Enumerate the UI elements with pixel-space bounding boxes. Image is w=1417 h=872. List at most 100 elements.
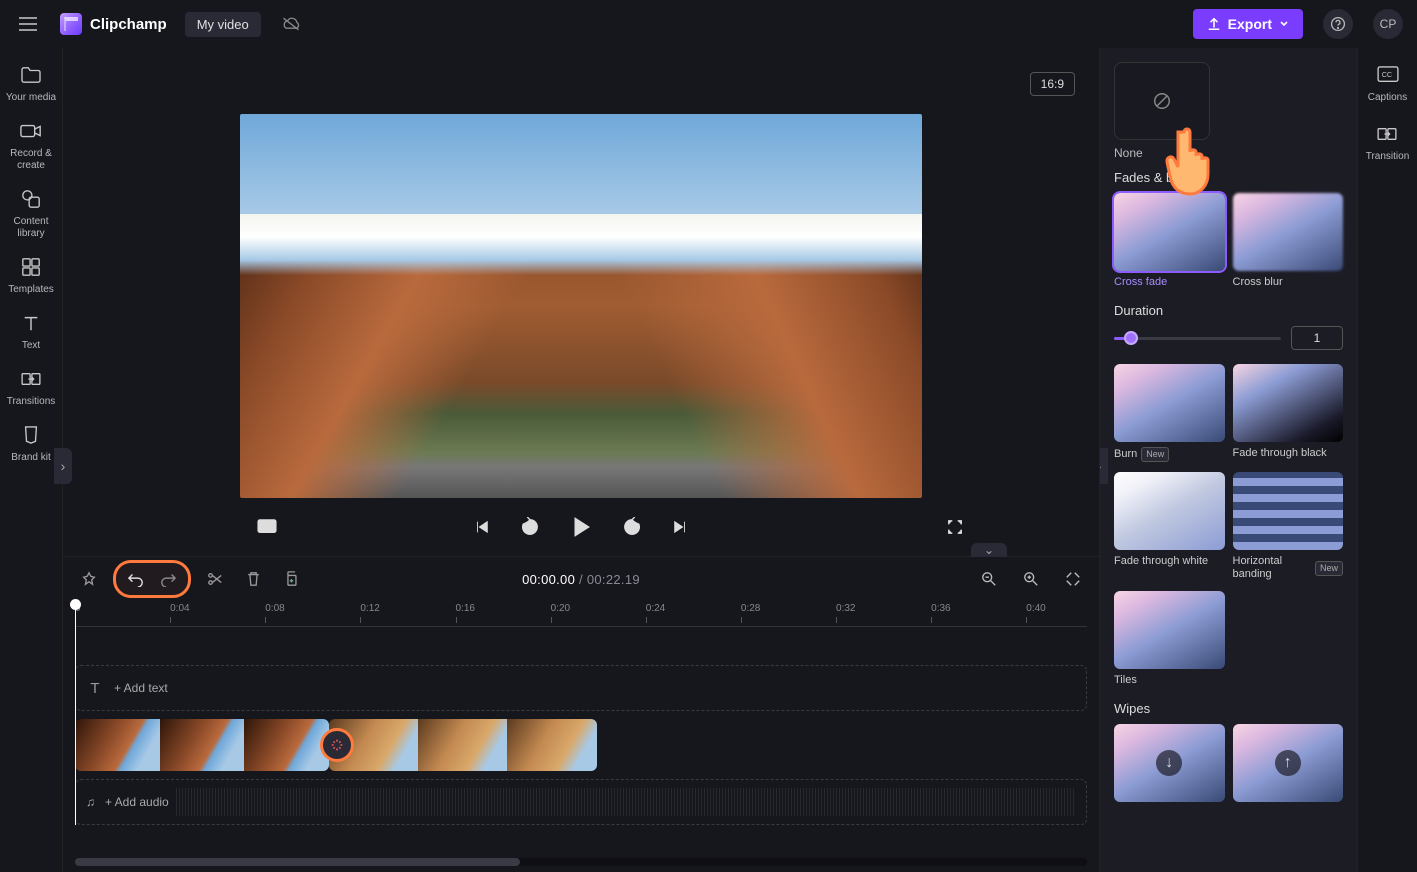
- duration-label: Duration: [1114, 303, 1343, 318]
- transition-card-cross-blur[interactable]: Cross blur: [1233, 193, 1344, 289]
- templates-icon: [2, 254, 60, 280]
- preview-area: 16:9 5 5: [63, 48, 1099, 556]
- duration-slider[interactable]: [1114, 337, 1281, 340]
- zoom-out-button[interactable]: [975, 565, 1003, 593]
- timeline-timecode: 00:00.00 / 00:22.19: [522, 572, 640, 587]
- total-duration: 00:22.19: [587, 572, 640, 587]
- audio-waveform-placeholder: [176, 788, 1076, 816]
- left-sidebar: Your media Record & create Content libra…: [0, 48, 63, 872]
- slider-thumb[interactable]: [1124, 331, 1138, 345]
- sidebar-item-brand-kit[interactable]: Brand kit: [2, 422, 60, 464]
- app-logo[interactable]: Clipchamp: [60, 13, 167, 35]
- svg-text:5: 5: [526, 524, 530, 533]
- help-button[interactable]: [1323, 9, 1353, 39]
- transition-card-cross-fade[interactable]: Cross fade: [1114, 193, 1225, 289]
- duration-input[interactable]: [1291, 326, 1343, 350]
- fades-section-header: Fades & blurs: [1114, 170, 1343, 185]
- video-preview[interactable]: [240, 114, 922, 498]
- video-clip-2[interactable]: [329, 719, 597, 771]
- captions-icon: CC: [1368, 62, 1407, 88]
- transitions-panel: › None Fades & blurs Cross fade Cross bl…: [1099, 48, 1357, 872]
- transitions-icon: [2, 366, 60, 392]
- arrow-down-icon: ↓: [1156, 750, 1182, 776]
- transition-card-horizontal-banding[interactable]: Horizontal bandingNew: [1233, 472, 1344, 581]
- sidebar-item-your-media[interactable]: Your media: [2, 62, 60, 104]
- svg-text:5: 5: [628, 524, 632, 533]
- play-button[interactable]: [564, 510, 598, 544]
- video-clip-1[interactable]: [75, 719, 329, 771]
- shapes-icon: [2, 186, 60, 212]
- right-sidebar: CC Captions Transition: [1357, 48, 1417, 872]
- transition-card-fade-white[interactable]: Fade through white: [1114, 472, 1225, 581]
- skip-start-button[interactable]: [468, 513, 496, 541]
- delete-button[interactable]: [239, 565, 267, 593]
- music-note-icon: ♫: [86, 795, 95, 809]
- app-name: Clipchamp: [90, 16, 167, 33]
- timeline-ruler[interactable]: 0 0:04 0:08 0:12 0:16 0:20 0:24 0:28 0:3…: [75, 601, 1087, 627]
- transition-none-card[interactable]: [1114, 62, 1210, 140]
- brand-kit-icon: [2, 422, 60, 448]
- redo-button[interactable]: [154, 565, 182, 593]
- transition-icon: [1366, 121, 1410, 147]
- aspect-ratio-chip[interactable]: 16:9: [1030, 72, 1075, 96]
- audio-track-add[interactable]: ♫ + Add audio: [75, 779, 1087, 825]
- sidebar-item-text[interactable]: Text: [2, 310, 60, 352]
- transition-card-fade-black[interactable]: Fade through black: [1233, 364, 1344, 462]
- app-header: Clipchamp My video Export CP: [0, 0, 1417, 48]
- rewind-5s-button[interactable]: 5: [516, 513, 544, 541]
- timeline: ⌄ 00:00.00 / 00:22.19 0 0:04: [63, 556, 1099, 872]
- split-button[interactable]: [201, 565, 229, 593]
- current-time: 00:00.00: [522, 572, 575, 587]
- sidebar-item-transitions[interactable]: Transitions: [2, 366, 60, 408]
- export-label: Export: [1228, 16, 1272, 32]
- zoom-fit-button[interactable]: [1059, 565, 1087, 593]
- user-avatar[interactable]: CP: [1373, 9, 1403, 39]
- chevron-down-icon: [1279, 19, 1289, 29]
- timeline-scrollbar-thumb[interactable]: [75, 858, 520, 866]
- duplicate-button[interactable]: [277, 565, 305, 593]
- none-icon: [1152, 91, 1172, 111]
- right-rail-transition[interactable]: Transition: [1366, 121, 1410, 162]
- export-button[interactable]: Export: [1193, 9, 1303, 39]
- transition-card-wipe-down[interactable]: ↓: [1114, 724, 1225, 802]
- editor-center: 16:9 5 5 ⌄ 0: [63, 48, 1099, 872]
- forward-5s-button[interactable]: 5: [618, 513, 646, 541]
- right-rail-captions[interactable]: CC Captions: [1368, 62, 1407, 103]
- video-title-chip[interactable]: My video: [185, 12, 261, 37]
- cloud-sync-off-icon[interactable]: [281, 16, 301, 32]
- playhead[interactable]: [75, 601, 76, 825]
- undo-redo-highlight: [113, 560, 191, 598]
- transition-card-tiles[interactable]: Tiles: [1114, 591, 1225, 687]
- video-track: [75, 719, 1087, 771]
- skip-end-button[interactable]: [666, 513, 694, 541]
- menu-button[interactable]: [14, 10, 42, 38]
- captions-off-icon[interactable]: [253, 513, 281, 541]
- arrow-up-icon: ↑: [1275, 750, 1301, 776]
- text-track-add[interactable]: T + Add text: [75, 665, 1087, 711]
- camera-icon: [2, 118, 60, 144]
- svg-text:CC: CC: [1381, 70, 1391, 79]
- new-badge: New: [1315, 561, 1343, 576]
- timeline-collapse-button[interactable]: ⌄: [971, 543, 1007, 557]
- new-badge: New: [1141, 447, 1169, 462]
- undo-button[interactable]: [122, 565, 150, 593]
- fullscreen-button[interactable]: [941, 513, 969, 541]
- zoom-in-button[interactable]: [1017, 565, 1045, 593]
- transition-card-burn[interactable]: BurnNew: [1114, 364, 1225, 462]
- sidebar-item-content-library[interactable]: Content library: [2, 186, 60, 240]
- playback-controls: 5 5: [63, 510, 1099, 544]
- timeline-scrollbar[interactable]: [75, 858, 1087, 866]
- sidebar-item-templates[interactable]: Templates: [2, 254, 60, 296]
- transition-card-wipe-up[interactable]: ↑: [1233, 724, 1344, 802]
- wipes-section-header: Wipes: [1114, 701, 1343, 716]
- folder-icon: [2, 62, 60, 88]
- timeline-toolbar: 00:00.00 / 00:22.19: [63, 557, 1099, 601]
- sidebar-item-record-create[interactable]: Record & create: [2, 118, 60, 172]
- panel-expand-button[interactable]: ›: [1099, 448, 1108, 484]
- auto-compose-icon[interactable]: [75, 565, 103, 593]
- transition-none-label: None: [1114, 146, 1343, 160]
- transition-marker-highlight[interactable]: [320, 728, 354, 762]
- clipchamp-logo-icon: [60, 13, 82, 35]
- text-icon: T: [86, 680, 104, 697]
- text-icon: [2, 310, 60, 336]
